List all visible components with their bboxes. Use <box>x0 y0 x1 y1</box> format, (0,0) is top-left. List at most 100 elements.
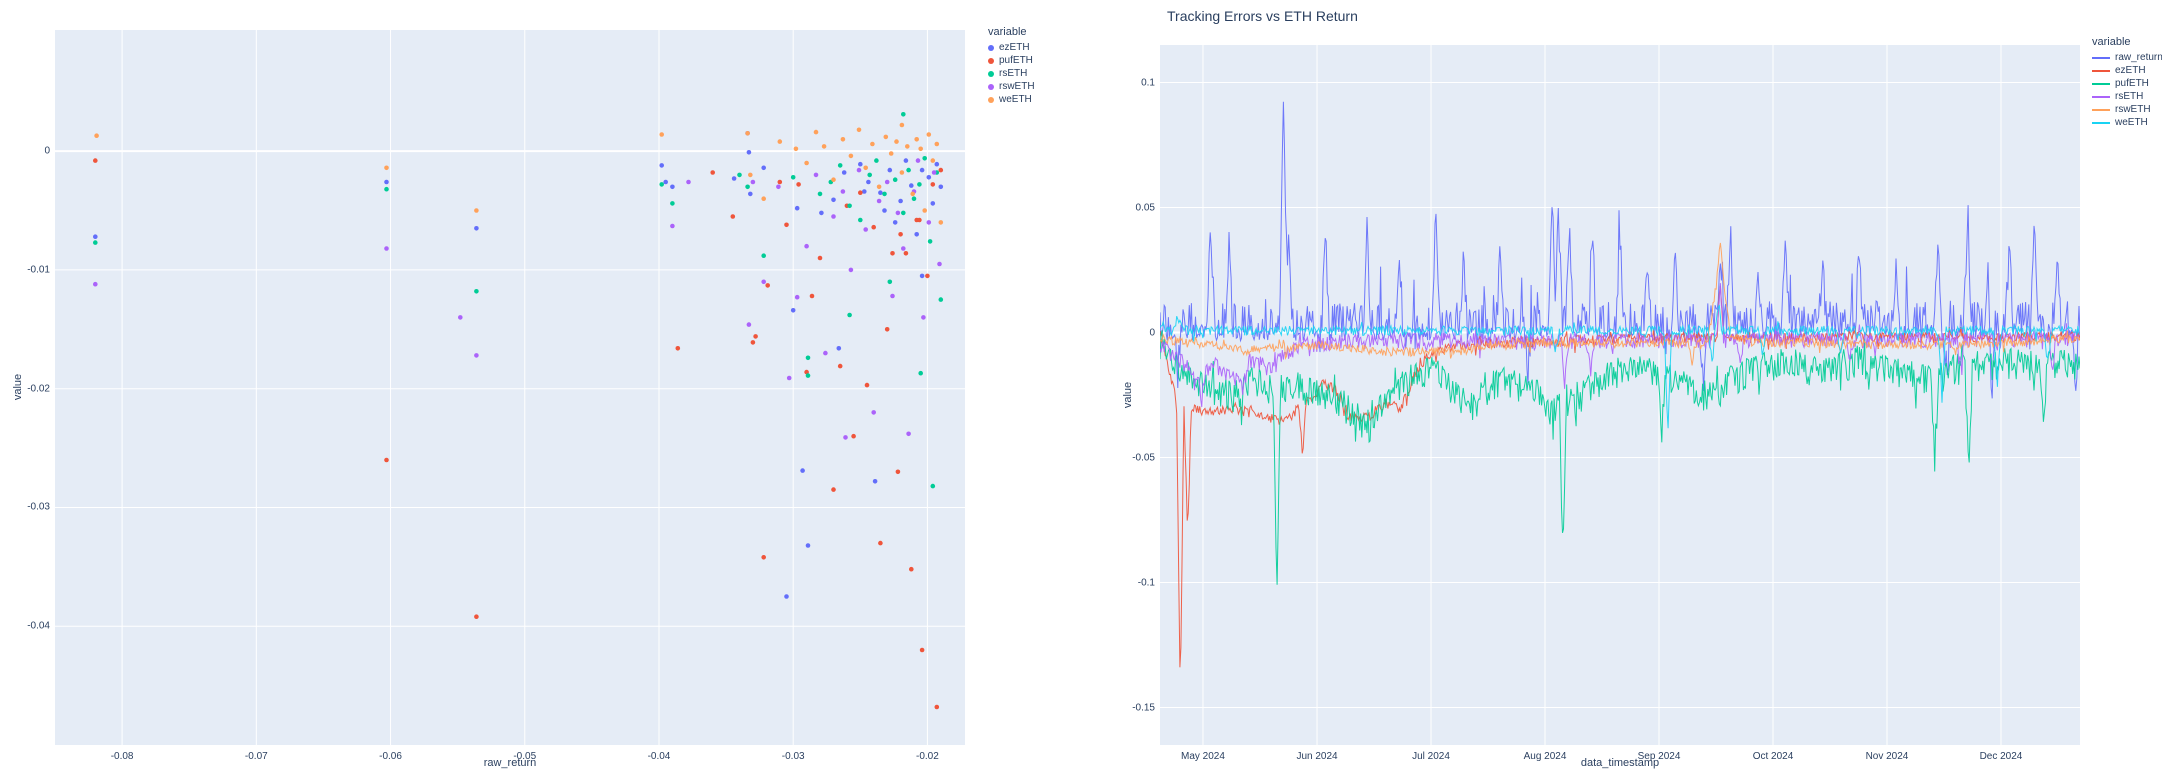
scatter-point <box>926 220 932 225</box>
scatter-point <box>94 133 99 138</box>
scatter-point <box>915 158 921 163</box>
scatter-series-ezETH[interactable] <box>93 131 944 599</box>
scatter-point <box>745 131 750 136</box>
scatter-point <box>474 614 479 619</box>
scatter-point <box>384 246 389 251</box>
legend-item-pufETH[interactable]: pufETH <box>2092 77 2162 90</box>
lines-xtick-label: Aug 2024 <box>1523 751 1567 762</box>
scatter-ytick-label: -0.01 <box>27 264 50 276</box>
lines-xtick-label: Nov 2024 <box>1865 751 1909 762</box>
lines-yaxis-title: value <box>1122 381 1134 409</box>
scatter-point <box>882 208 887 213</box>
scatter-point <box>909 566 914 572</box>
scatter-point <box>750 179 756 185</box>
scatter-point <box>858 190 863 195</box>
legend-item-weETH[interactable]: weETH <box>988 93 1035 106</box>
scatter-point <box>901 246 906 251</box>
scatter-point <box>805 373 811 378</box>
scatter-point <box>930 483 936 489</box>
scatter-point <box>710 170 715 175</box>
scatter-yaxis-title: value <box>12 373 24 401</box>
scatter-point <box>761 555 766 560</box>
scatter-series-rsETH[interactable] <box>93 112 944 489</box>
legend-item-rswETH[interactable]: rswETH <box>988 80 1035 93</box>
scatter-point <box>659 132 664 137</box>
scatter-point <box>890 251 895 256</box>
scatter-point <box>796 182 801 187</box>
lines-legend-title: variable <box>2092 36 2131 48</box>
scatter-point <box>917 182 922 187</box>
line-series-ezETH[interactable] <box>1160 285 2080 668</box>
lines-xtick-label: Dec 2024 <box>1979 751 2023 762</box>
scatter-point <box>474 226 479 231</box>
scatter-xtick-label: -0.08 <box>110 751 134 762</box>
scatter-xtick-label: -0.03 <box>781 751 805 762</box>
scatter-point <box>384 457 389 463</box>
scatter-point <box>878 540 883 546</box>
scatter-point <box>927 239 933 244</box>
scatter-point <box>748 172 753 178</box>
scatter-point <box>919 167 925 173</box>
legend-item-rsETH[interactable]: rsETH <box>988 67 1035 80</box>
lines-ytick-label: 0 <box>1149 327 1155 338</box>
legend-item-raw_return[interactable]: raw_return <box>2092 51 2162 64</box>
scatter-point <box>871 410 876 415</box>
scatter-point <box>934 704 940 710</box>
scatter-point <box>906 167 911 173</box>
scatter-point <box>906 431 911 437</box>
scatter-point <box>848 267 854 273</box>
scatter-point <box>784 222 789 228</box>
legend-item-ezETH[interactable]: ezETH <box>988 41 1035 54</box>
scatter-point <box>794 294 800 300</box>
scatter-point <box>938 297 944 302</box>
legend-item-label: rswETH <box>2115 104 2151 115</box>
scatter-point <box>831 214 836 219</box>
scatter-point <box>663 179 668 185</box>
legend-item-label: rswETH <box>999 81 1035 92</box>
legend-marker-line <box>2092 56 2110 59</box>
legend-marker-line <box>2092 82 2110 85</box>
legend-item-pufETH[interactable]: pufETH <box>988 54 1035 67</box>
scatter-point <box>899 170 905 175</box>
scatter-point <box>901 112 906 117</box>
scatter-point <box>843 435 848 440</box>
scatter-point <box>745 184 750 190</box>
scatter-point <box>804 243 809 249</box>
scatter-point <box>746 150 752 155</box>
lines-plot-area[interactable] <box>1160 45 2080 745</box>
scatter-point <box>793 146 799 152</box>
scatter-point <box>919 273 925 279</box>
scatter-point <box>858 161 863 167</box>
scatter-point <box>737 172 742 178</box>
legend-item-label: rsETH <box>2115 91 2144 102</box>
scatter-point <box>874 158 879 163</box>
scatter-point <box>761 165 766 171</box>
scatter-point <box>670 184 675 190</box>
scatter-point <box>890 293 895 299</box>
scatter-point <box>894 139 899 144</box>
scatter-point <box>821 144 827 149</box>
scatter-point <box>870 141 875 147</box>
scatter-point <box>909 183 914 188</box>
scatter-point <box>901 210 906 216</box>
scatter-canvas <box>55 30 965 745</box>
lines-legend: variable raw_return ezETH pufETH rsETH rswET… <box>2092 36 2162 129</box>
scatter-point <box>925 273 930 279</box>
scatter-plot-area[interactable] <box>55 30 965 745</box>
scatter-point <box>914 137 919 142</box>
lines-canvas <box>1160 45 2080 745</box>
legend-item-label: pufETH <box>2115 78 2149 89</box>
scatter-point <box>847 312 852 318</box>
legend-item-rswETH[interactable]: rswETH <box>2092 103 2162 116</box>
scatter-point <box>872 479 878 484</box>
scatter-point <box>790 175 796 180</box>
scatter-xtick-label: -0.02 <box>916 751 939 762</box>
scatter-series-rswETH[interactable] <box>93 158 942 440</box>
legend-item-ezETH[interactable]: ezETH <box>2092 64 2162 77</box>
legend-item-weETH[interactable]: weETH <box>2092 116 2162 129</box>
scatter-point <box>887 167 893 173</box>
legend-item-rsETH[interactable]: rsETH <box>2092 90 2162 103</box>
legend-item-label: ezETH <box>2115 65 2146 76</box>
line-series-rswETH[interactable] <box>1160 242 2080 366</box>
scatter-point <box>750 340 756 345</box>
